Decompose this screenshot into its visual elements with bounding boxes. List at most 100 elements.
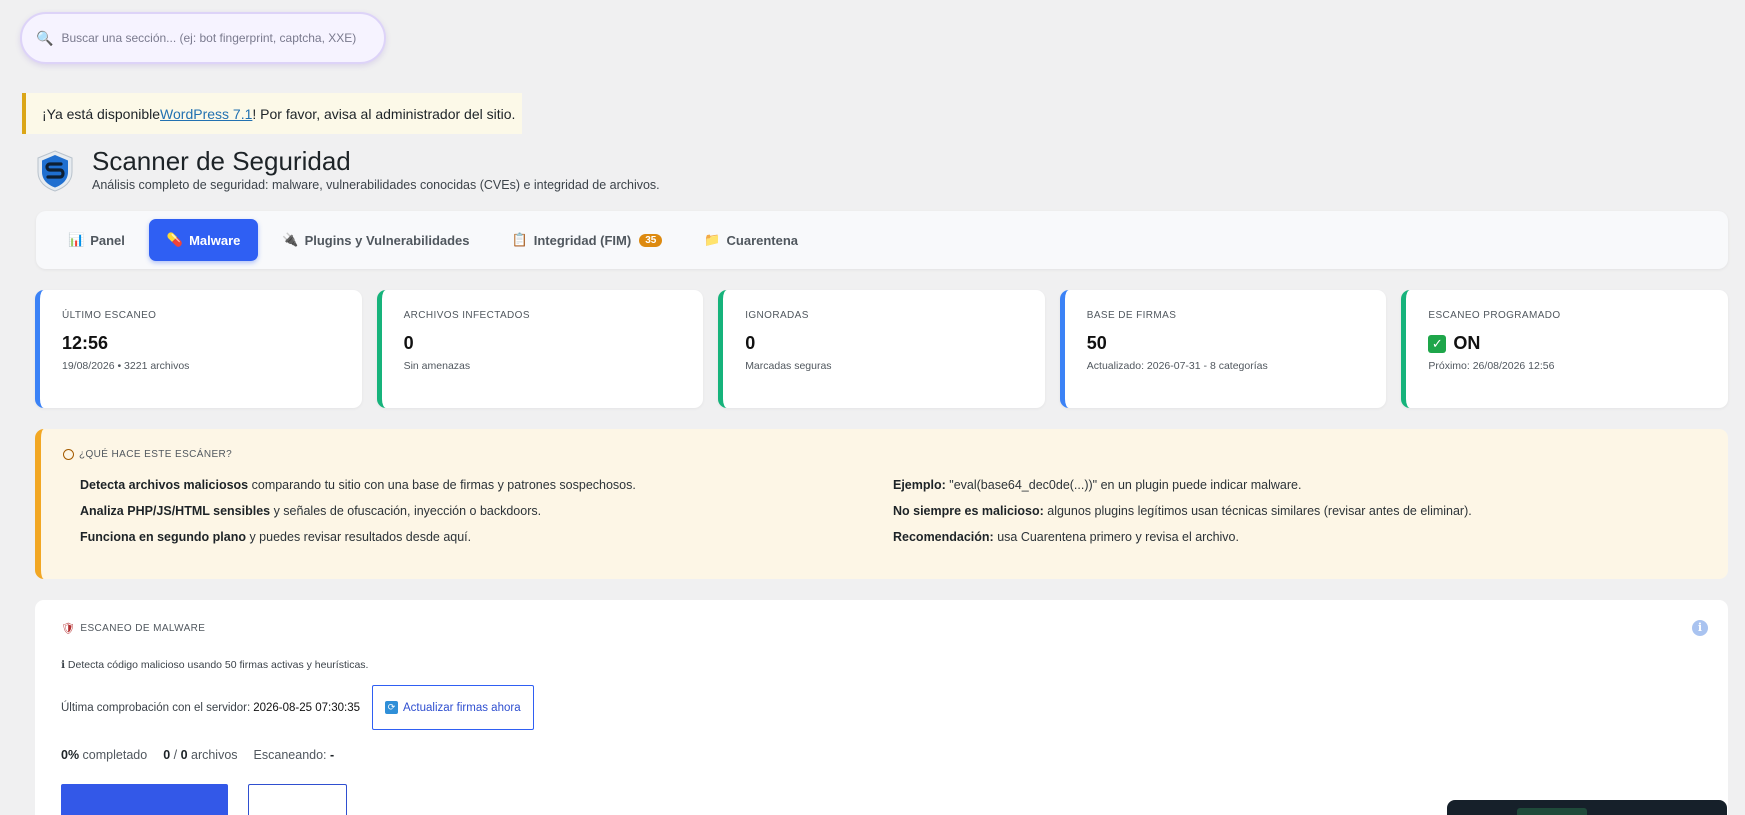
files-total: 0 xyxy=(180,748,188,762)
scanning-label: Escaneando: xyxy=(253,748,330,762)
tab-integrity-fim[interactable]: 📋 Integridad (FIM) 35 xyxy=(494,219,681,261)
tab-label: Malware xyxy=(189,232,241,248)
info-line: Funciona en segundo plano y puedes revis… xyxy=(80,530,893,544)
shield-icon: 🛡 xyxy=(61,623,76,635)
scanning-value: - xyxy=(330,748,335,762)
stat-card-ignored: IGNORADAS 0 Marcadas seguras xyxy=(718,290,1045,408)
info-column-left: Detecta archivos maliciosos comparando t… xyxy=(63,478,893,556)
stat-sub: Marcadas seguras xyxy=(745,360,832,372)
info-line-text: usa Cuarentena primero y revisa el archi… xyxy=(993,530,1239,544)
update-signatures-button[interactable]: ⟳ Actualizar firmas ahora xyxy=(372,685,534,730)
info-line-bold: Funciona en segundo plano xyxy=(80,530,246,544)
tab-label: Integridad (FIM) xyxy=(533,232,632,248)
info-line-text: algunos plugins legítimos usan técnicas … xyxy=(1043,504,1472,518)
info-columns: Detecta archivos maliciosos comparando t… xyxy=(63,478,1706,556)
stat-value: 0 xyxy=(745,333,756,353)
plug-icon: 🔌 xyxy=(282,232,299,247)
toolbar-pill xyxy=(1517,808,1587,815)
scan-heading-text: ESCANEO DE MALWARE xyxy=(80,623,206,634)
stats-row: ÚLTIMO ESCANEO 12:56 19/08/2026 • 3221 a… xyxy=(35,290,1728,408)
stat-label: IGNORADAS xyxy=(745,310,809,321)
page-title: Scanner de Seguridad xyxy=(92,146,351,176)
stat-sub: Actualizado: 2026-07-31 - 8 categorías xyxy=(1086,360,1268,372)
tab-plugins-vulnerabilities[interactable]: 🔌 Plugins y Vulnerabilidades xyxy=(264,219,487,261)
tab-malware[interactable]: 💊 Malware xyxy=(148,219,259,261)
tab-quarantine[interactable]: 📁 Cuarentena xyxy=(686,219,816,261)
page-header: Scanner de Seguridad Análisis completo d… xyxy=(36,146,660,192)
stat-value: 0 xyxy=(403,333,414,353)
floating-toolbar[interactable] xyxy=(1447,800,1727,815)
server-check-row: Última comprobación con el servidor: 202… xyxy=(61,685,1702,730)
page-subtitle: Análisis completo de seguridad: malware,… xyxy=(92,178,660,192)
fim-count-badge: 35 xyxy=(639,233,663,247)
folder-icon: 📁 xyxy=(704,232,721,247)
stat-value-wrap: ✓ ON xyxy=(1428,333,1706,354)
stat-sub: 19/08/2026 • 3221 archivos xyxy=(62,360,190,372)
scan-progress-row: 0% completado 0 / 0 archivos Escaneando:… xyxy=(61,748,1702,762)
info-line: Detecta archivos maliciosos comparando t… xyxy=(80,478,893,492)
info-heading-text: ¿QUÉ HACE ESTE ESCÁNER? xyxy=(79,449,233,460)
info-line-bold: Recomendación: xyxy=(893,530,994,544)
tab-panel[interactable]: 📊 Panel xyxy=(50,219,143,261)
update-notice: ¡Ya está disponible WordPress 7.1! Por f… xyxy=(22,93,522,134)
files-separator: / xyxy=(170,748,181,762)
info-line: No siempre es malicioso: algunos plugins… xyxy=(893,504,1706,518)
stat-sub: Próximo: 26/08/2026 12:56 xyxy=(1428,360,1555,372)
malware-scan-panel: 🛡 ESCANEO DE MALWARE i ℹ Detecta código … xyxy=(35,600,1728,815)
stat-card-signature-base: BASE DE FIRMAS 50 Actualizado: 2026-07-3… xyxy=(1059,290,1387,408)
scanning-group: Escaneando: - xyxy=(254,748,335,762)
stat-sub: Sin amenazas xyxy=(403,360,471,372)
info-icon[interactable]: i xyxy=(1692,620,1708,636)
scan-description: ℹ Detecta código malicioso usando 50 fir… xyxy=(61,659,369,671)
tab-label: Panel xyxy=(90,232,125,248)
stat-label: ESCANEO PROGRAMADO xyxy=(1428,310,1561,321)
wordpress-update-link[interactable]: WordPress 7.1 xyxy=(160,106,252,122)
info-line-bold: Ejemplo: xyxy=(893,478,946,492)
info-line: Ejemplo: "eval(base64_dec0de(...))" en u… xyxy=(893,478,1706,492)
update-signatures-label: Actualizar firmas ahora xyxy=(403,701,521,714)
scanner-info-box: ¿QUÉ HACE ESTE ESCÁNER? Detecta archivos… xyxy=(35,429,1728,579)
info-line-bold: Analiza PHP/JS/HTML sensibles xyxy=(80,504,271,518)
search-icon: 🔍 xyxy=(36,29,54,46)
search-bar[interactable]: 🔍 xyxy=(20,12,386,64)
scan-heading: 🛡 ESCANEO DE MALWARE xyxy=(61,622,1702,635)
progress-label: completado xyxy=(79,748,148,762)
files-progress-group: 0 / 0 archivos xyxy=(163,748,237,762)
secondary-scan-button[interactable] xyxy=(248,784,347,815)
start-scan-button[interactable] xyxy=(61,784,228,815)
info-line-bold: No siempre es malicioso: xyxy=(893,504,1044,518)
check-icon: ✓ xyxy=(1428,334,1447,353)
info-line-text: "eval(base64_dec0de(...))" en un plugin … xyxy=(945,478,1302,492)
stat-card-last-scan: ÚLTIMO ESCANEO 12:56 19/08/2026 • 3221 a… xyxy=(35,290,362,408)
info-heading: ¿QUÉ HACE ESTE ESCÁNER? xyxy=(63,449,1706,460)
info-line-text: y puedes revisar resultados desde aquí. xyxy=(245,530,472,544)
scanner-logo-icon xyxy=(37,150,73,192)
notice-prefix: ¡Ya está disponible xyxy=(42,105,161,122)
search-input[interactable] xyxy=(61,31,362,45)
notice-suffix: ! Por favor, avisa al administrador del … xyxy=(252,105,516,122)
chart-icon: 📊 xyxy=(68,232,85,247)
info-column-right: Ejemplo: "eval(base64_dec0de(...))" en u… xyxy=(893,478,1706,556)
stat-label: ÚLTIMO ESCANEO xyxy=(62,310,157,321)
info-line-text: y señales de ofuscación, inyección o bac… xyxy=(270,504,542,518)
stat-card-scheduled-scan: ESCANEO PROGRAMADO ✓ ON Próximo: 26/08/2… xyxy=(1401,290,1728,408)
stat-label: ARCHIVOS INFECTADOS xyxy=(403,310,530,321)
tab-label: Plugins y Vulnerabilidades xyxy=(304,232,470,248)
stat-card-infected-files: ARCHIVOS INFECTADOS 0 Sin amenazas xyxy=(376,290,704,408)
tab-label: Cuarentena xyxy=(726,232,799,248)
stat-value: 50 xyxy=(1086,333,1107,353)
tab-bar: 📊 Panel 💊 Malware 🔌 Plugins y Vulnerabil… xyxy=(36,211,1728,269)
stat-value: 12:56 xyxy=(62,333,109,353)
info-line-text: comparando tu sitio con una base de firm… xyxy=(248,478,636,492)
server-check-time: 2026-08-25 07:30:35 xyxy=(253,701,360,714)
pill-icon: 💊 xyxy=(166,232,184,247)
info-line: Analiza PHP/JS/HTML sensibles y señales … xyxy=(80,504,893,518)
refresh-icon: ⟳ xyxy=(385,701,398,714)
clipboard-icon: 📋 xyxy=(511,232,528,247)
info-line: Recomendación: usa Cuarentena primero y … xyxy=(893,530,1706,544)
files-label: archivos xyxy=(187,748,238,762)
stat-value: ON xyxy=(1453,333,1481,353)
info-line-bold: Detecta archivos maliciosos xyxy=(80,478,249,492)
clock-icon xyxy=(63,449,74,460)
progress-percent-group: 0% completado xyxy=(61,748,147,762)
